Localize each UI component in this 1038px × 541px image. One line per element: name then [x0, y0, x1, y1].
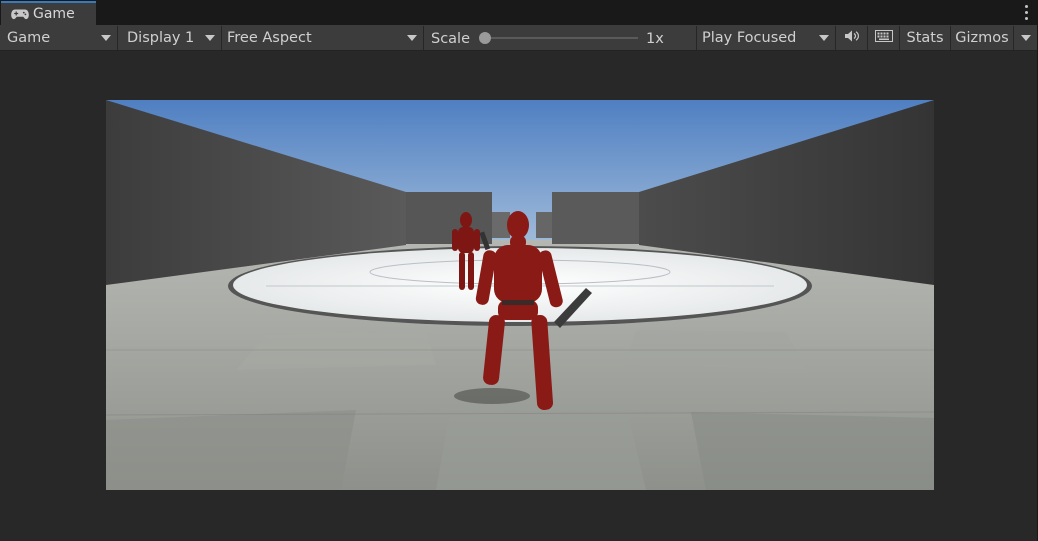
- game-toolbar: Game Display 1 Free Aspect Scale 1x Play…: [0, 25, 1038, 51]
- gamepad-icon: [11, 8, 29, 20]
- chevron-down-icon: [101, 35, 111, 41]
- shortcuts-toggle-button[interactable]: [868, 26, 899, 50]
- gizmos-button[interactable]: Gizmos: [951, 26, 1013, 50]
- scale-slider-track[interactable]: [484, 37, 638, 39]
- play-mode-dropdown[interactable]: Play Focused: [697, 26, 835, 50]
- speaker-icon: [844, 30, 860, 46]
- view-dropdown[interactable]: Game: [0, 26, 117, 50]
- chevron-down-icon: [407, 35, 417, 41]
- chevron-down-icon: [819, 35, 829, 41]
- display-dropdown[interactable]: Display 1: [118, 26, 221, 50]
- play-mode-label: Play Focused: [702, 30, 797, 46]
- scale-value: 1x: [646, 31, 664, 47]
- keyboard-icon: [874, 30, 893, 46]
- tab-label: Game: [33, 6, 75, 22]
- aspect-dropdown-label: Free Aspect: [227, 30, 312, 46]
- mute-audio-button[interactable]: [836, 26, 867, 50]
- scale-label: Scale: [431, 31, 471, 47]
- scale-slider-thumb[interactable]: [479, 32, 491, 44]
- display-dropdown-label: Display 1: [127, 30, 195, 46]
- tab-bar: Game: [0, 0, 1038, 25]
- chevron-down-icon: [1021, 35, 1031, 41]
- stats-button[interactable]: Stats: [900, 26, 950, 50]
- game-viewport[interactable]: [106, 100, 934, 490]
- view-dropdown-label: Game: [7, 30, 51, 46]
- chevron-down-icon: [205, 35, 215, 41]
- aspect-dropdown[interactable]: Free Aspect: [222, 26, 423, 50]
- gizmos-dropdown[interactable]: [1014, 26, 1038, 50]
- kebab-menu-icon[interactable]: [1023, 5, 1029, 20]
- tab-game[interactable]: Game: [1, 1, 96, 25]
